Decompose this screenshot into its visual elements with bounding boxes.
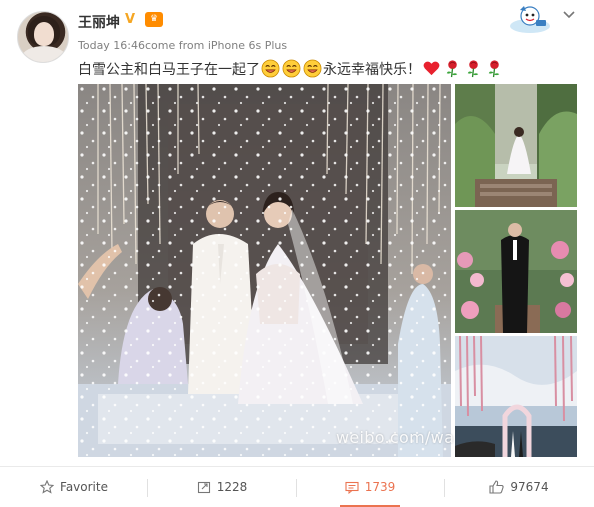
- like-button[interactable]: 97674: [444, 467, 594, 507]
- post-meta: Today 16:46come from iPhone 6s Plus: [78, 39, 288, 52]
- rose-emoji-icon: [467, 60, 479, 78]
- repost-count: 1228: [216, 480, 248, 494]
- favorite-button[interactable]: Favorite: [0, 467, 148, 507]
- post-photo-thumb-2[interactable]: [455, 210, 577, 333]
- post-text: 白雪公主和白马王子在一起了 永远幸福快乐！: [78, 59, 505, 79]
- avatar[interactable]: [17, 11, 69, 63]
- weibo-mascot-icon: [510, 6, 550, 33]
- star-icon: [40, 480, 55, 494]
- avatar-face: [34, 22, 54, 46]
- vip-crown-icon[interactable]: ♛: [145, 12, 163, 27]
- post-text-part1: 白雪公主和白马王子在一起了: [78, 62, 260, 78]
- rose-emoji-icon: [488, 60, 500, 78]
- action-bar: Favorite 1228 1739 97674: [0, 466, 594, 507]
- post-text-part2: 永远幸福快乐！: [323, 62, 421, 78]
- laughing-emoji-icon: [282, 59, 301, 78]
- rose-emoji-icon: [446, 60, 458, 78]
- post-photo-thumb-3[interactable]: [455, 336, 577, 457]
- comment-icon: [345, 481, 359, 494]
- comment-button[interactable]: 1739: [296, 467, 444, 507]
- chevron-down-icon[interactable]: [561, 6, 577, 22]
- photo-watermark: weibo.com/wa: [336, 428, 455, 447]
- repost-button[interactable]: 1228: [148, 467, 296, 507]
- weibo-post-card: 王丽坤 V ♛ Today 16:46come from iPhone 6s P…: [0, 0, 594, 507]
- post-photo-main[interactable]: [78, 84, 451, 457]
- laughing-emoji-icon: [303, 59, 322, 78]
- post-photo-thumb-1[interactable]: [455, 84, 577, 207]
- thumbs-up-icon: [489, 480, 505, 494]
- laughing-emoji-icon: [261, 59, 280, 78]
- verified-v-icon[interactable]: V: [125, 13, 139, 27]
- comment-count: 1739: [364, 480, 396, 494]
- username-link[interactable]: 王丽坤: [78, 12, 120, 32]
- repost-icon: [197, 481, 210, 494]
- heart-emoji-icon: [423, 61, 440, 76]
- like-count: 97674: [510, 480, 549, 494]
- avatar-shoulder: [22, 46, 66, 62]
- favorite-label: Favorite: [60, 480, 108, 494]
